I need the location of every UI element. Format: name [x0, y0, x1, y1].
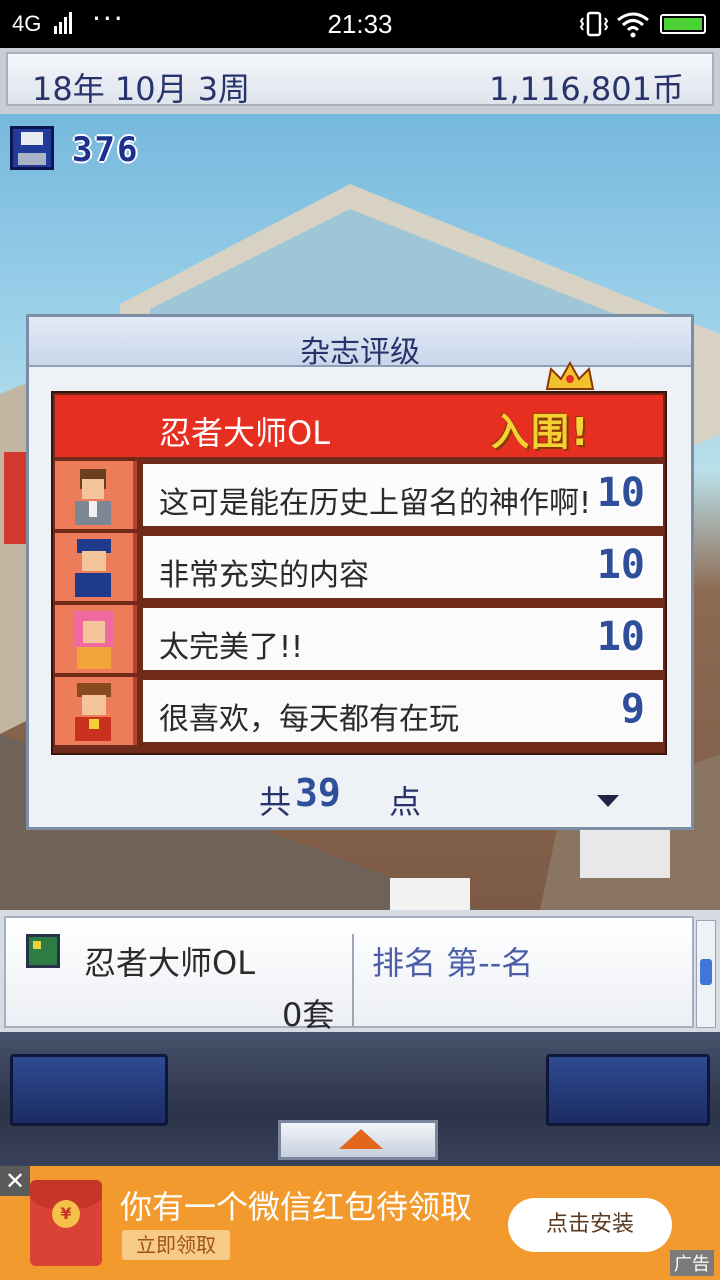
money-display: 1,116,801币 — [489, 70, 684, 108]
game-cartridge-icon — [26, 934, 60, 968]
review-comment-box: 太完美了!! 10 — [143, 608, 663, 670]
total-label: 共 — [259, 783, 292, 821]
ranking-text: 排名 第--名 — [372, 944, 534, 982]
reviewed-game-name: 忍者大师OL — [159, 414, 331, 452]
total-score: 39 — [295, 771, 341, 815]
divider — [352, 934, 354, 1026]
review-comment: 很喜欢，每天都有在玩 — [159, 702, 459, 737]
left-menu-button[interactable] — [10, 1054, 168, 1126]
battery-icon — [660, 14, 706, 34]
info-scrollbar[interactable] — [696, 920, 716, 1028]
red-envelope-icon: ¥ — [30, 1180, 102, 1266]
game-scene[interactable]: 376 杂志评级 忍者大师OL 入围! 这可是能在历史上留名的神作啊! 10 非… — [0, 114, 720, 910]
game-date: 18年 10月 3周 — [32, 70, 251, 108]
review-comment: 太完美了!! — [159, 630, 304, 665]
reviewer-avatar — [55, 605, 137, 673]
review-comment-box: 很喜欢，每天都有在玩 9 — [143, 680, 663, 742]
reviewer-2-icon — [75, 539, 111, 597]
date-bar-panel: 18年 10月 3周 1,116,801币 — [6, 52, 714, 108]
review-comment: 非常充实的内容 — [159, 558, 369, 593]
ad-install-button[interactable]: 点击安装 — [508, 1198, 672, 1252]
date-bar: 18年 10月 3周 1,116,801币 — [0, 48, 720, 114]
game-info-panel: 忍者大师OL 0套 排名 第--名 — [0, 910, 720, 1034]
next-arrow-icon[interactable] — [597, 795, 619, 807]
info-sales: 0套 — [282, 996, 335, 1034]
right-menu-button[interactable] — [546, 1054, 710, 1126]
review-comment: 这可是能在历史上留名的神作啊! — [159, 486, 592, 521]
info-game-name: 忍者大师OL — [84, 944, 256, 982]
expand-menu-button[interactable] — [278, 1120, 438, 1160]
game-info-box: 忍者大师OL 0套 排名 第--名 — [4, 916, 694, 1034]
review-card: 忍者大师OL 入围! 这可是能在历史上留名的神作啊! 10 非常充实的内容 10… — [51, 361, 667, 755]
reviewer-3-icon — [73, 611, 113, 669]
review-score: 10 — [596, 470, 645, 516]
status-bar: 4G ··· 21:33 — [0, 0, 720, 48]
save-count: 376 — [72, 130, 140, 170]
review-row: 这可是能在历史上留名的神作啊! 10 — [55, 461, 663, 529]
nominated-badge: 入围! — [491, 410, 591, 454]
wifi-icon — [617, 12, 649, 38]
reviewer-avatar — [55, 533, 137, 601]
reviewer-4-icon — [75, 683, 111, 741]
review-comment-box: 这可是能在历史上留名的神作啊! 10 — [143, 464, 663, 526]
reviewer-1-icon — [75, 469, 111, 525]
review-score: 9 — [620, 686, 645, 732]
ad-label: 广告 — [670, 1250, 714, 1276]
ad-banner[interactable]: ✕ ¥ 你有一个微信红包待领取 立即领取 点击安装 广告 — [0, 1166, 720, 1280]
up-arrow-icon — [339, 1129, 383, 1149]
bottom-controls — [0, 1032, 720, 1166]
reviewer-avatar — [55, 461, 137, 529]
vibrate-icon — [580, 11, 608, 37]
review-score: 10 — [596, 614, 645, 660]
save-icon[interactable] — [10, 126, 54, 170]
review-comment-box: 非常充实的内容 10 — [143, 536, 663, 598]
ad-title: 你有一个微信红包待领取 — [120, 1188, 473, 1226]
coin-icon: ¥ — [52, 1200, 80, 1228]
review-row: 太完美了!! 10 — [55, 605, 663, 673]
dialog-titlebar: 杂志评级 — [29, 317, 691, 370]
magazine-rating-dialog[interactable]: 杂志评级 忍者大师OL 入围! 这可是能在历史上留名的神作啊! 10 非常充实的… — [26, 314, 694, 830]
review-score: 10 — [596, 542, 645, 588]
clock: 21:33 — [327, 9, 393, 39]
review-row: 非常充实的内容 10 — [55, 533, 663, 601]
crown-icon — [545, 361, 595, 390]
ad-close-button[interactable]: ✕ — [0, 1166, 30, 1196]
scrollbar-thumb[interactable] — [700, 959, 712, 985]
reviewer-avatar — [55, 677, 137, 745]
ad-claim-button[interactable]: 立即领取 — [122, 1230, 230, 1260]
total-unit: 点 — [389, 783, 422, 821]
review-row: 很喜欢，每天都有在玩 9 — [55, 677, 663, 745]
review-card-header: 忍者大师OL 入围! — [55, 361, 663, 457]
